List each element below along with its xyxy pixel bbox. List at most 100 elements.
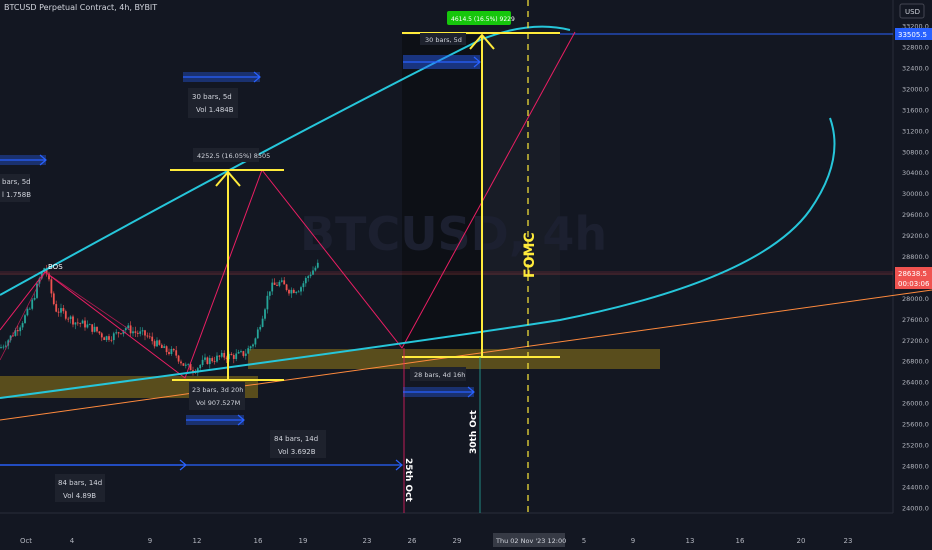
candle-body <box>268 291 271 296</box>
time-tick-label: 23 <box>844 537 853 545</box>
candle-body <box>254 338 257 345</box>
candle-body <box>278 281 281 286</box>
price-tick-label: 32000.0 <box>902 85 929 93</box>
price-tick-label: 31200.0 <box>902 127 929 135</box>
candle-body <box>242 351 245 356</box>
time-tick-label: 13 <box>686 537 695 545</box>
candle-body <box>33 297 36 300</box>
candle-body <box>285 284 288 290</box>
label-range-bottom: 23 bars, 3d 20h <box>192 386 243 394</box>
time-tick-label: 16 <box>736 537 745 545</box>
candle-body <box>124 328 127 331</box>
candle-body <box>127 325 130 329</box>
candle-body <box>67 318 70 320</box>
candle-body <box>273 282 276 285</box>
candle-body <box>218 355 221 357</box>
price-tick-label: 28000.0 <box>902 295 929 303</box>
candle-body <box>96 326 98 332</box>
label-projection-top: 30 bars, 5d <box>425 36 462 44</box>
candle-body <box>295 291 298 293</box>
date-30-oct-label: 30th Oct <box>469 410 479 454</box>
candle-body <box>213 361 216 362</box>
candle-body <box>177 355 180 362</box>
price-tick-label: 32400.0 <box>902 65 929 73</box>
candle-body <box>103 337 106 341</box>
crosshair-time-label: Thu 02 Nov '23 12:00 <box>495 537 566 545</box>
candle-body <box>158 340 161 345</box>
projection-zone-dark-2 <box>482 35 560 357</box>
candle-body <box>72 316 74 325</box>
candle-body <box>26 308 29 316</box>
price-tick-label: 30800.0 <box>902 148 929 156</box>
candle-body <box>52 293 55 305</box>
price-chart[interactable]: BTCUSD, 4h 24000.024400.024800.025200.02… <box>0 0 932 550</box>
blue-box-projection-top <box>403 55 480 69</box>
candle-body <box>300 287 302 292</box>
projection-zone-dark <box>402 35 482 357</box>
candle-body <box>76 322 79 324</box>
candle-body <box>182 363 185 366</box>
fomc-label: FOMC <box>522 232 538 278</box>
candle-body <box>144 330 146 336</box>
candle-body <box>312 270 314 275</box>
time-tick-label: 19 <box>299 537 308 545</box>
candle-body <box>108 336 110 340</box>
candle-body <box>223 352 226 358</box>
candle-body <box>98 331 101 334</box>
time-tick-label: 23 <box>363 537 372 545</box>
candle-body <box>86 324 89 328</box>
price-tick-label: 27600.0 <box>902 316 929 324</box>
candle-body <box>201 359 204 366</box>
time-tick-label: 26 <box>408 537 417 545</box>
candle-body <box>266 295 269 310</box>
candle-body <box>220 352 223 357</box>
label-bars-right-mid: 84 bars, 14d <box>274 435 318 443</box>
candle-body <box>160 344 163 348</box>
label-vol-bottom: Vol 907.527M <box>196 399 240 407</box>
price-tick-label: 30400.0 <box>902 169 929 177</box>
candle-body <box>81 320 84 324</box>
candle-body <box>172 348 175 351</box>
blue-box-bottom <box>186 415 244 425</box>
candle-body <box>129 325 132 334</box>
blue-box-projection <box>403 387 474 397</box>
time-tick-label: 4 <box>70 537 75 545</box>
price-tick-label: 28800.0 <box>902 253 929 261</box>
time-tick-label: 20 <box>797 537 806 545</box>
target-price-label: 33505.5 <box>898 31 927 39</box>
candle-body <box>84 320 86 328</box>
candle-body <box>307 276 310 278</box>
candle-body <box>88 324 91 326</box>
candle-body <box>148 336 151 338</box>
price-tick-label: 32800.0 <box>902 44 929 52</box>
candle-body <box>105 336 108 341</box>
price-tick-label: 31600.0 <box>902 106 929 114</box>
bos-label: BOS <box>48 263 63 271</box>
price-tick-label: 30000.0 <box>902 190 929 198</box>
label-bars-top-left: bars, 5d <box>2 178 31 186</box>
candle-body <box>91 324 94 332</box>
candle-body <box>139 331 142 334</box>
label-range-top: 4252.5 (16.05%) 8505 <box>197 152 270 160</box>
candle-body <box>93 326 96 332</box>
candle-body <box>153 341 156 347</box>
candle-body <box>19 327 22 332</box>
candle-body <box>120 333 122 335</box>
candle-body <box>232 355 235 359</box>
green-badge-text: 4614.5 (16.5%) 9229 <box>451 16 515 23</box>
candle-body <box>69 316 72 319</box>
candle-body <box>146 335 149 337</box>
time-tick-label: 9 <box>148 537 152 545</box>
blue-box-top-mid <box>183 72 260 82</box>
candle-body <box>208 358 211 365</box>
candle-body <box>271 282 274 292</box>
candle-body <box>115 332 118 334</box>
candle-body <box>16 330 19 332</box>
candle-body <box>259 326 262 330</box>
candle-body <box>50 279 53 294</box>
candle-body <box>187 363 190 365</box>
candle-body <box>112 333 115 341</box>
price-tick-label: 26000.0 <box>902 400 929 408</box>
blue-box-top-left <box>0 155 46 165</box>
candle-body <box>237 351 240 354</box>
